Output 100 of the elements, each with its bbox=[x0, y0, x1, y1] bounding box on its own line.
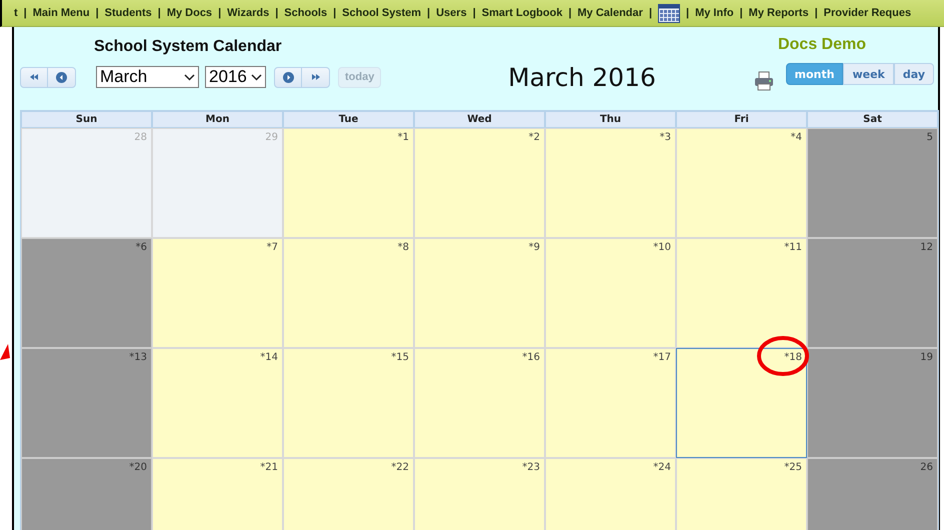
day-number: *16 bbox=[522, 352, 540, 363]
day-cell[interactable]: 26 bbox=[807, 458, 938, 530]
day-cell[interactable]: *1 bbox=[283, 128, 414, 238]
double-right-arrow-icon bbox=[310, 74, 320, 80]
menu-separator: | bbox=[24, 7, 27, 19]
day-cell[interactable]: *13 bbox=[21, 348, 152, 458]
day-number: *14 bbox=[260, 352, 278, 363]
chevron-down-icon bbox=[251, 74, 262, 80]
day-cell[interactable]: 12 bbox=[807, 238, 938, 348]
menu-separator: | bbox=[814, 7, 818, 19]
weekday-header: Thu bbox=[545, 111, 676, 128]
next-month-button[interactable] bbox=[274, 66, 302, 88]
day-number: *8 bbox=[398, 242, 409, 253]
weekday-header: Tue bbox=[283, 111, 414, 128]
menu-link[interactable]: Main Menu bbox=[32, 7, 90, 19]
day-number: *25 bbox=[784, 462, 802, 473]
weekday-header: Wed bbox=[414, 111, 545, 128]
day-number: *13 bbox=[129, 352, 147, 363]
menu-link[interactable]: My Docs bbox=[166, 7, 212, 19]
day-number: *9 bbox=[528, 242, 540, 253]
day-number: *4 bbox=[790, 132, 802, 143]
day-number: *24 bbox=[653, 462, 671, 473]
day-number: *22 bbox=[391, 462, 409, 473]
day-cell[interactable]: *10 bbox=[545, 238, 676, 348]
weekday-header: Mon bbox=[152, 111, 283, 128]
day-number: 26 bbox=[920, 462, 933, 473]
next-year-button[interactable] bbox=[302, 66, 330, 88]
menu-link[interactable]: My Info bbox=[695, 7, 734, 19]
weekday-header: Fri bbox=[676, 111, 807, 128]
page-title: School System Calendar bbox=[94, 38, 283, 56]
menu-link[interactable]: Schools bbox=[284, 7, 328, 19]
menu-link[interactable]: Students bbox=[104, 7, 152, 19]
annotation-arrow-icon bbox=[0, 344, 10, 360]
menu-separator: | bbox=[333, 7, 336, 19]
double-left-arrow-icon bbox=[29, 74, 39, 80]
year-select[interactable]: 2016 bbox=[205, 66, 266, 88]
day-number: *10 bbox=[653, 242, 671, 253]
day-number: *2 bbox=[528, 132, 540, 143]
menu-link[interactable]: My Reports bbox=[748, 7, 809, 19]
day-cell[interactable]: *15 bbox=[283, 348, 414, 458]
day-cell[interactable]: *22 bbox=[283, 458, 414, 530]
menu-separator: | bbox=[568, 7, 572, 19]
day-cell[interactable]: *16 bbox=[414, 348, 545, 458]
day-cell[interactable]: *8 bbox=[283, 238, 414, 348]
menu-link[interactable]: Provider Reques bbox=[824, 7, 912, 19]
day-number: *6 bbox=[136, 242, 147, 253]
day-cell[interactable]: *3 bbox=[545, 128, 676, 238]
day-cell[interactable]: *18 bbox=[676, 348, 807, 458]
menu-link[interactable]: t bbox=[14, 7, 18, 19]
day-number: *3 bbox=[660, 132, 671, 143]
previous-month-button[interactable] bbox=[48, 66, 76, 88]
day-number: *11 bbox=[784, 242, 802, 253]
day-cell[interactable]: *9 bbox=[414, 238, 545, 348]
view-tab[interactable]: week bbox=[843, 63, 894, 85]
day-number: 29 bbox=[265, 132, 278, 143]
menu-separator: | bbox=[472, 7, 476, 19]
day-cell[interactable]: *24 bbox=[545, 458, 676, 530]
day-number: *15 bbox=[391, 352, 409, 363]
day-cell[interactable]: *7 bbox=[152, 238, 283, 348]
day-cell[interactable]: 19 bbox=[807, 348, 938, 458]
day-cell[interactable]: *25 bbox=[676, 458, 807, 530]
user-name: Docs Demo bbox=[778, 36, 866, 54]
day-cell[interactable]: *2 bbox=[414, 128, 545, 238]
menu-link[interactable]: Users bbox=[436, 7, 467, 19]
previous-year-button[interactable] bbox=[20, 66, 48, 88]
day-cell[interactable]: *11 bbox=[676, 238, 807, 348]
day-number: 28 bbox=[134, 132, 147, 143]
day-number: 12 bbox=[920, 242, 933, 253]
day-cell[interactable]: 5 bbox=[807, 128, 938, 238]
day-number: 19 bbox=[920, 352, 933, 363]
day-number: *18 bbox=[784, 352, 802, 363]
menu-separator: | bbox=[648, 7, 652, 19]
menu-separator: | bbox=[275, 7, 278, 19]
month-heading: March 2016 bbox=[507, 63, 657, 92]
calendar-icon[interactable] bbox=[658, 3, 680, 23]
day-cell[interactable]: *6 bbox=[21, 238, 152, 348]
day-cell[interactable]: *4 bbox=[676, 128, 807, 238]
menu-link[interactable]: Wizards bbox=[227, 7, 270, 19]
menu-link[interactable]: Smart Logbook bbox=[482, 7, 562, 19]
day-number: *1 bbox=[398, 132, 409, 143]
menu-separator: | bbox=[218, 7, 222, 19]
weekday-header: Sun bbox=[21, 111, 152, 128]
menu-separator: | bbox=[427, 7, 430, 19]
day-cell[interactable]: *17 bbox=[545, 348, 676, 458]
print-icon[interactable] bbox=[754, 71, 774, 91]
weekday-header: Sat bbox=[807, 111, 938, 128]
day-cell[interactable]: *23 bbox=[414, 458, 545, 530]
menu-separator: | bbox=[96, 7, 99, 19]
day-cell[interactable]: *14 bbox=[152, 348, 283, 458]
menu-link[interactable]: My Calendar bbox=[578, 7, 643, 19]
month-select[interactable]: March bbox=[96, 66, 199, 88]
day-cell[interactable]: *20 bbox=[21, 458, 152, 530]
menu-separator: | bbox=[158, 7, 161, 19]
menu-link[interactable]: School System bbox=[342, 7, 422, 19]
day-cell[interactable]: *21 bbox=[152, 458, 283, 530]
annotation-circle bbox=[756, 334, 810, 378]
day-number: *23 bbox=[522, 462, 540, 473]
menu-separator: | bbox=[686, 7, 690, 19]
view-tab[interactable]: day bbox=[894, 63, 934, 85]
chevron-down-icon bbox=[184, 74, 195, 80]
